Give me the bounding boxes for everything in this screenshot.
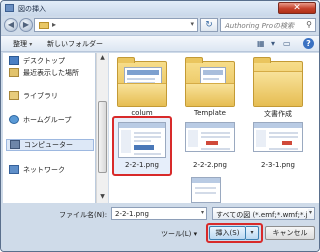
computer-icon [10, 140, 20, 149]
view-options-icon[interactable]: ▦ [257, 39, 265, 49]
help-button[interactable]: ? [303, 38, 314, 49]
sidebar-item-label: ホームグループ [23, 116, 72, 124]
tools-label: ツール(L) [161, 230, 192, 238]
folder-icon [39, 22, 49, 29]
organize-button[interactable]: 整理 ▾ [13, 39, 32, 49]
close-button[interactable]: ✕ [278, 2, 316, 14]
library-icon [9, 91, 19, 100]
file-name: 2-2-1.png [125, 161, 159, 169]
recent-places-icon [9, 68, 19, 77]
desktop-icon [9, 56, 19, 65]
sidebar-item-label: デスクトップ [23, 57, 65, 65]
chevron-down-icon: ▾ [29, 41, 33, 48]
homegroup-icon [9, 115, 19, 124]
view-dropdown-icon[interactable]: ▾ [271, 39, 275, 49]
insert-options-dropdown[interactable]: ▾ [246, 226, 259, 240]
image-thumbnail [185, 122, 235, 152]
filename-label: ファイル名(N): [59, 211, 108, 219]
sidebar-item-label: ネットワーク [23, 166, 65, 174]
file-list: colum Template 文書作成 2-2-1.png 2-2-2.png … [109, 53, 319, 203]
sidebar-item-label: コンピューター [24, 141, 73, 149]
file-item-template[interactable]: Template [179, 57, 241, 123]
file-type-value: すべての図 (*.emf;*.wmf;*.j [216, 211, 308, 219]
forward-arrow-icon: ▶ [22, 20, 30, 29]
chevron-down-icon[interactable]: ▾ [307, 209, 312, 216]
chevron-down-icon: ▾ [250, 229, 254, 236]
sidebar-item-desktop[interactable]: デスクトップ [9, 56, 65, 68]
chevron-down-icon: ▾ [193, 230, 198, 238]
cancel-button[interactable]: キャンセル [265, 226, 315, 240]
command-bar: 整理 ▾ 新しいフォルダー ▦ ▾ ▭ ? [1, 35, 319, 52]
filename-field[interactable]: 2-2-1.png ▾ [111, 207, 207, 220]
scroll-down-icon[interactable]: ▼ [98, 193, 107, 202]
search-placeholder: Authoring Proの検索 [225, 22, 294, 30]
app-icon [5, 4, 14, 12]
chevron-down-icon[interactable]: ▾ [201, 209, 204, 216]
tools-menu-button[interactable]: ツール(L) ▾ [161, 229, 197, 239]
navigation-pane: デスクトップ 最近表示した場所 ライブラリ ホームグループ コンピューター ネッ… [3, 53, 95, 203]
folder-icon [253, 57, 303, 107]
sidebar-item-label: ライブラリ [23, 92, 58, 100]
file-name: 2-3-1.png [261, 161, 295, 169]
scroll-up-icon[interactable]: ▲ [98, 54, 107, 63]
image-thumbnail-partial[interactable] [191, 177, 221, 203]
search-input[interactable]: Authoring Proの検索 ⚲ [220, 18, 316, 32]
image-thumbnail [253, 122, 303, 152]
file-type-select[interactable]: すべての図 (*.emf;*.wmf;*.j ▾ [212, 207, 315, 220]
filename-value: 2-2-1.png [115, 210, 149, 218]
window-title: 図の挿入 [18, 5, 46, 13]
new-folder-button[interactable]: 新しいフォルダー [47, 39, 103, 49]
sidebar-item-computer[interactable]: コンピューター [6, 139, 94, 151]
path-chevron-icon[interactable]: ▸ [52, 20, 56, 29]
file-item-2-3-1[interactable]: 2-3-1.png [247, 115, 309, 181]
insert-button[interactable]: 挿入(S) [209, 226, 246, 240]
navigation-scrollbar[interactable]: ▲ ▼ [96, 53, 108, 203]
sidebar-item-label: 最近表示した場所 [23, 69, 79, 77]
forward-button[interactable]: ▶ [19, 18, 33, 32]
close-icon: ✕ [293, 3, 301, 13]
sidebar-item-library[interactable]: ライブラリ [9, 91, 58, 103]
sidebar-item-homegroup[interactable]: ホームグループ [9, 115, 71, 127]
preview-pane-icon[interactable]: ▭ [283, 39, 291, 49]
organize-label: 整理 [13, 40, 27, 48]
folder-icon [117, 57, 167, 107]
network-icon [9, 165, 19, 174]
title-bar: 図の挿入 ✕ [1, 1, 319, 16]
folder-icon [185, 57, 235, 107]
refresh-icon: ↻ [205, 20, 213, 30]
address-bar[interactable]: ▸ ▾ [34, 18, 198, 32]
help-icon: ? [306, 39, 311, 48]
file-name: 2-2-2.png [193, 161, 227, 169]
address-bar-row: ◀ ▶ ▸ ▾ ↻ Authoring Proの検索 ⚲ [1, 16, 319, 35]
address-dropdown-icon[interactable]: ▾ [190, 20, 194, 28]
search-icon: ⚲ [306, 20, 312, 29]
back-arrow-icon: ◀ [7, 20, 15, 29]
sidebar-item-network[interactable]: ネットワーク [9, 165, 65, 177]
back-button[interactable]: ◀ [4, 18, 18, 32]
dialog-footer: ファイル名(N): 2-2-1.png ▾ すべての図 (*.emf;*.wmf… [1, 203, 319, 251]
file-item-documents[interactable]: 文書作成 [247, 57, 309, 123]
scrollbar-thumb[interactable] [98, 101, 107, 173]
file-item-2-2-2[interactable]: 2-2-2.png [179, 115, 241, 181]
image-thumbnail [118, 122, 166, 158]
file-item-colum[interactable]: colum [111, 57, 173, 123]
insert-picture-dialog: 図の挿入 ✕ ◀ ▶ ▸ ▾ ↻ Authoring Proの検索 ⚲ 整理 ▾… [0, 0, 320, 252]
file-item-2-2-1[interactable]: 2-2-1.png [111, 115, 173, 181]
sidebar-item-recent[interactable]: 最近表示した場所 [9, 68, 79, 80]
refresh-button[interactable]: ↻ [200, 18, 218, 32]
